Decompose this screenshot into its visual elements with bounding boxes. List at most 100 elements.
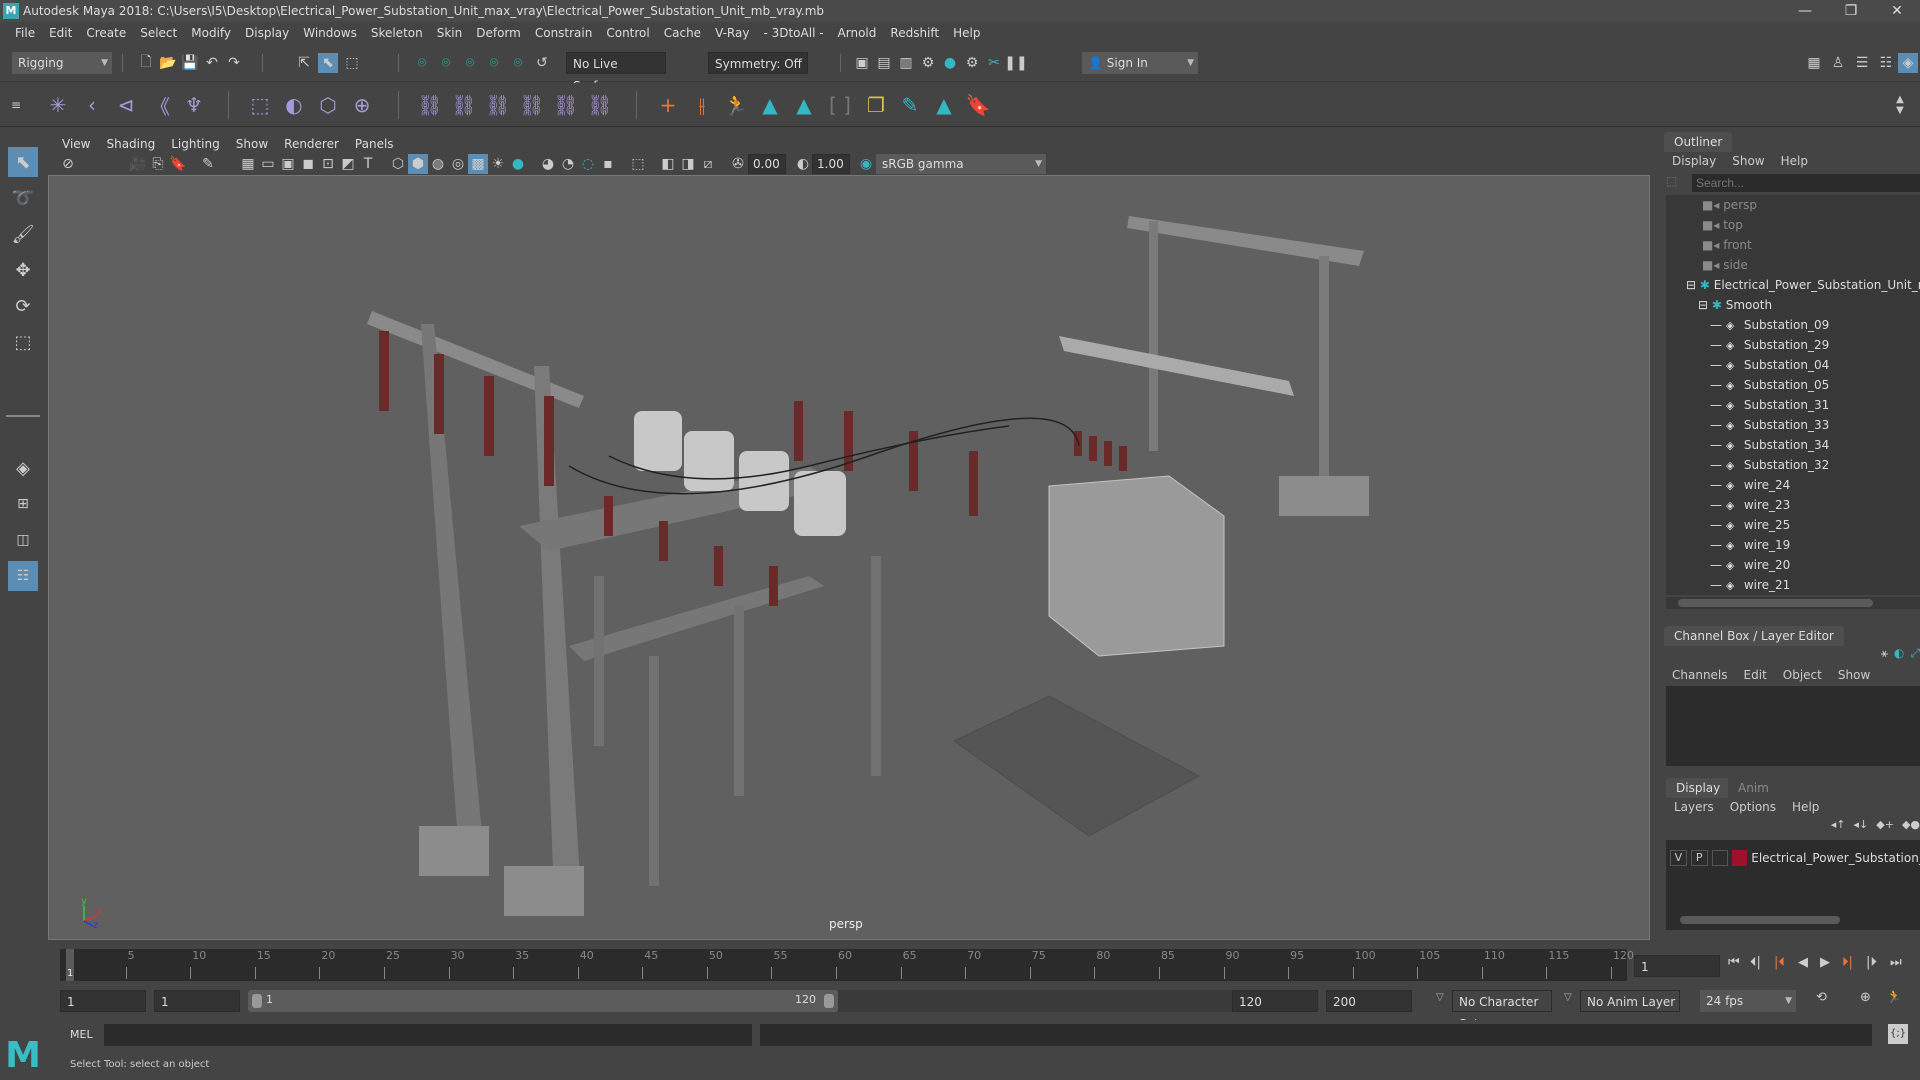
- paint-weights-icon[interactable]: ◐: [280, 91, 308, 119]
- wireframe-on-shaded-icon[interactable]: ◍: [428, 154, 448, 174]
- xray-components-icon[interactable]: ⧄: [698, 154, 718, 174]
- exposure-field[interactable]: 0.00: [748, 154, 786, 174]
- channelbox-menu-channels[interactable]: Channels: [1664, 668, 1736, 682]
- outliner-camera-side[interactable]: ■◂ side: [1702, 255, 1748, 275]
- animation-end-field[interactable]: 200: [1326, 990, 1412, 1012]
- bind-skin-icon[interactable]: ⬚: [246, 91, 274, 119]
- menu-skeleton[interactable]: Skeleton: [364, 26, 430, 40]
- select-object-icon[interactable]: ⬉: [318, 53, 338, 73]
- snap-together-icon[interactable]: ↺: [532, 53, 552, 73]
- character-controls-icon[interactable]: ♙: [1828, 53, 1848, 73]
- menu-control[interactable]: Control: [599, 26, 656, 40]
- script-editor-icon[interactable]: {;}: [1888, 1024, 1908, 1044]
- pole-vector-icon[interactable]: ⛓: [586, 91, 614, 119]
- xray-icon[interactable]: ◧: [658, 154, 678, 174]
- 3d-viewport[interactable]: y x z persp: [48, 175, 1650, 940]
- character-set-field[interactable]: No Character Set: [1452, 990, 1552, 1031]
- shadows-icon[interactable]: ●: [508, 154, 528, 174]
- outliner-item[interactable]: — ◈ Substation_29: [1710, 335, 1829, 355]
- symmetry-field[interactable]: Symmetry: Off: [708, 52, 808, 74]
- collapse-icon[interactable]: ⊟: [1698, 298, 1712, 312]
- step-forward-frame-icon[interactable]: |⏵: [1866, 955, 1877, 970]
- textured-icon[interactable]: ▩: [468, 154, 488, 174]
- outliner-item[interactable]: — ◈ Substation_33: [1710, 415, 1829, 435]
- layer-color-swatch[interactable]: [1732, 850, 1748, 866]
- attribute-editor-icon[interactable]: ◐: [1894, 646, 1904, 664]
- anti-aliasing-icon[interactable]: ◌: [578, 154, 598, 174]
- outliner-item[interactable]: — ◈ Substation_31: [1710, 395, 1829, 415]
- outliner-item[interactable]: — ◈ wire_25: [1710, 515, 1790, 535]
- quick-rig-icon[interactable]: ♆: [180, 91, 208, 119]
- use-all-lights-icon[interactable]: ☀: [488, 154, 508, 174]
- outliner-hscrollbar[interactable]: [1666, 597, 1920, 609]
- tool-settings-icon[interactable]: ☷: [1876, 53, 1896, 73]
- bookmark-add-icon[interactable]: 🔖: [964, 91, 992, 119]
- range-end-handle[interactable]: [824, 994, 834, 1008]
- shelf-tabs-icon[interactable]: ≡: [8, 91, 24, 119]
- resolution-gate-icon[interactable]: ▣: [278, 154, 298, 174]
- channel-box-area[interactable]: [1666, 686, 1920, 766]
- command-input[interactable]: [104, 1024, 752, 1046]
- set-key-icon[interactable]: +: [654, 91, 682, 119]
- vray-render-icon[interactable]: ✂: [984, 53, 1004, 73]
- step-back-key-icon[interactable]: |⏴: [1774, 955, 1785, 970]
- step-back-frame-icon[interactable]: ⏴|: [1750, 955, 1761, 970]
- character-set-arrow-icon[interactable]: ▽: [1436, 992, 1444, 1003]
- render-settings-icon[interactable]: ⚙: [918, 53, 938, 73]
- channel-box-toggle-icon[interactable]: ◈: [1898, 53, 1918, 73]
- set-driven-key-icon[interactable]: ⫲: [688, 91, 716, 119]
- menu-constrain[interactable]: Constrain: [528, 26, 600, 40]
- menu-edit[interactable]: Edit: [42, 26, 79, 40]
- timeline-strip[interactable]: 1 5 10 15 20 25 30 35 40 45 50 55 60 65 70 75 80 85 90 95 1…: [60, 949, 1634, 981]
- menuset-dropdown[interactable]: Rigging ▼: [12, 52, 112, 74]
- pause-render-icon[interactable]: ❚❚: [1004, 53, 1027, 73]
- collapse-icon[interactable]: ⊟: [1686, 278, 1700, 292]
- snap-live-icon[interactable]: ⌾: [508, 53, 528, 73]
- select-hierarchy-icon[interactable]: ⇱: [294, 53, 314, 73]
- menu-modify[interactable]: Modify: [184, 26, 238, 40]
- mirror-joint-icon[interactable]: ⊲: [112, 91, 140, 119]
- play-forwards-icon[interactable]: ▶: [1820, 955, 1830, 970]
- outliner-item[interactable]: — ◈ wire_19: [1710, 535, 1790, 555]
- menu-windows[interactable]: Windows: [296, 26, 364, 40]
- outliner-item[interactable]: — ◈ Substation_04: [1710, 355, 1829, 375]
- ipr-render-icon[interactable]: ▥: [896, 53, 916, 73]
- menu-help[interactable]: Help: [946, 26, 987, 40]
- channel-box-icon[interactable]: ⚹: [1881, 646, 1888, 664]
- snap-view-icon[interactable]: ⌾: [484, 53, 504, 73]
- outliner-menu-show[interactable]: Show: [1724, 154, 1772, 168]
- outliner-root-group[interactable]: ⊟ ✱ Electrical_Power_Substation_Unit_ncl: [1686, 275, 1920, 295]
- film-gate-icon[interactable]: ▭: [258, 154, 278, 174]
- layer-row[interactable]: V P Electrical_Power_Substation_U: [1670, 848, 1920, 868]
- tool-settings-icon[interactable]: ⤢: [1910, 646, 1920, 664]
- channelbox-menu-edit[interactable]: Edit: [1736, 668, 1775, 682]
- four-view-layout-icon[interactable]: ⊞: [8, 489, 38, 519]
- select-tool-icon[interactable]: ⬉: [8, 147, 38, 177]
- paint-tool-icon[interactable]: ✎: [896, 91, 924, 119]
- minimize-button[interactable]: —: [1782, 0, 1828, 22]
- gamma-field[interactable]: 1.00: [812, 154, 850, 174]
- hypershade-icon[interactable]: ●: [940, 53, 960, 73]
- layer-display-type-toggle[interactable]: [1711, 850, 1729, 866]
- animation-preferences-icon[interactable]: 🏃: [1886, 990, 1902, 1005]
- menu-arnold[interactable]: Arnold: [831, 26, 884, 40]
- gamma-icon[interactable]: ◐: [793, 154, 813, 174]
- render-frame-icon[interactable]: ▣: [852, 53, 872, 73]
- range-bar[interactable]: 1 120: [248, 990, 838, 1012]
- step-forward-key-icon[interactable]: ⏵|: [1842, 955, 1853, 970]
- animation-start-field[interactable]: 1: [60, 990, 146, 1012]
- parent-constraint-icon[interactable]: ⛓: [416, 91, 444, 119]
- range-start-handle[interactable]: [252, 994, 262, 1008]
- outliner-search-input[interactable]: [1692, 174, 1920, 192]
- tab-layers-display[interactable]: Display: [1666, 778, 1731, 798]
- channelbox-menu-show[interactable]: Show: [1830, 668, 1878, 682]
- render-view-icon[interactable]: ⚙: [962, 53, 982, 73]
- point-constraint-icon[interactable]: ⛓: [450, 91, 478, 119]
- outliner-camera-top[interactable]: ■◂ top: [1702, 215, 1743, 235]
- layer-playback-toggle[interactable]: P: [1690, 850, 1708, 866]
- wireframe-icon[interactable]: ⬡: [388, 154, 408, 174]
- menu-cache[interactable]: Cache: [657, 26, 708, 40]
- snap-curve-icon[interactable]: ⌾: [436, 53, 456, 73]
- new-layer-icon[interactable]: ◆+: [1876, 818, 1894, 836]
- color-space-dropdown[interactable]: sRGB gamma ▼: [876, 154, 1046, 174]
